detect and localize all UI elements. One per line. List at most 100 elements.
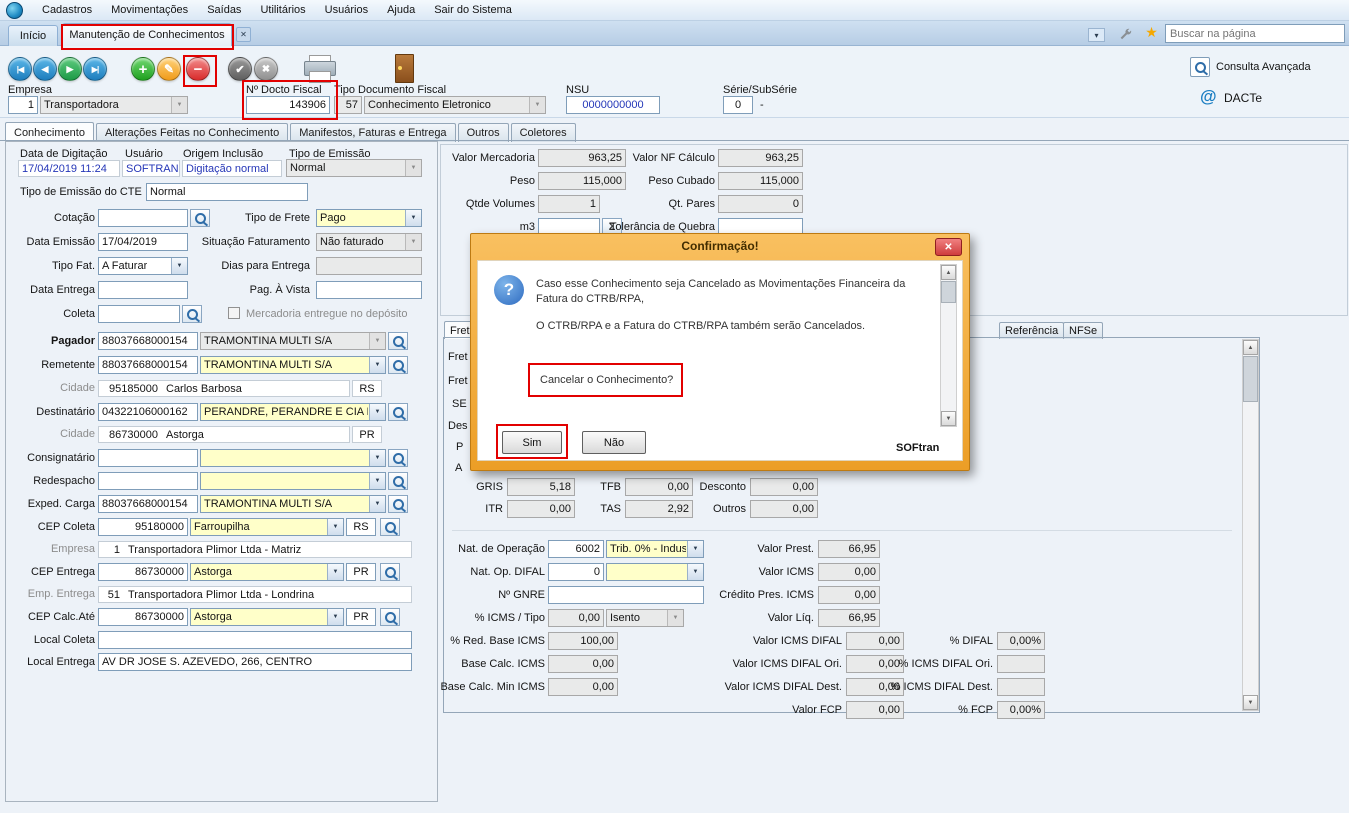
lookup-destinatario-button[interactable]	[388, 403, 408, 421]
redespacho-doc-field[interactable]	[98, 472, 198, 490]
remetente-combo[interactable]: TRAMONTINA MULTI S/A ▼	[200, 356, 386, 374]
favorites-star-icon[interactable]: ★	[1143, 24, 1160, 41]
exped-carga-doc-field[interactable]: 88037668000154	[98, 495, 198, 513]
cep-calc-field[interactable]: 86730000	[98, 608, 188, 626]
chevron-down-icon: ▼	[171, 97, 187, 113]
nav-prev-button[interactable]: ◀	[33, 57, 57, 81]
search-input[interactable]	[1165, 24, 1345, 43]
tipo-doc-combo[interactable]: Conhecimento Eletronico ▼	[364, 96, 546, 114]
lookup-cep-coleta-button[interactable]	[380, 518, 400, 536]
empresa-combo[interactable]: Transportadora ▼	[40, 96, 188, 114]
menu-item-cadastros[interactable]: Cadastros	[42, 4, 92, 16]
sit-faturamento-combo[interactable]: Não faturado ▼	[316, 233, 422, 251]
red-base-label: % Red. Base ICMS	[430, 635, 545, 647]
dacte-button[interactable]: DACTe	[1224, 92, 1262, 104]
nat-difal-field[interactable]: 0	[548, 563, 604, 581]
data-entrega-field[interactable]	[98, 281, 188, 299]
tab-inicio[interactable]: Início	[8, 25, 58, 46]
nav-last-button[interactable]: ▶|	[83, 57, 107, 81]
lookup-cep-calc-button[interactable]	[380, 608, 400, 626]
lookup-remetente-button[interactable]	[388, 356, 408, 374]
serie-field[interactable]: 0	[723, 96, 753, 114]
icms-tipo-combo[interactable]: Isento ▼	[606, 609, 684, 627]
exped-carga-combo[interactable]: TRAMONTINA MULTI S/A ▼	[200, 495, 386, 513]
delete-record-button[interactable]: −	[186, 57, 210, 81]
origem-label: Origem Inclusão	[183, 148, 263, 160]
gnre-field[interactable]	[548, 586, 704, 604]
consignatario-doc-field[interactable]	[98, 449, 198, 467]
scroll-up-icon[interactable]: ▲	[941, 265, 956, 280]
pagador-combo[interactable]: TRAMONTINA MULTI S/A ▼	[200, 332, 386, 350]
emp-entrega-field: 51 Transportadora Plimor Ltda - Londrina	[98, 586, 412, 603]
cep-coleta-cidade-combo[interactable]: Farroupilha ▼	[190, 518, 344, 536]
yes-button[interactable]: Sim	[502, 431, 562, 454]
menu-item-saidas[interactable]: Saídas	[207, 4, 241, 16]
lookup-redespacho-button[interactable]	[388, 472, 408, 490]
tipo-fat-combo[interactable]: A Faturar ▼	[98, 257, 188, 275]
scroll-down-icon[interactable]: ▼	[941, 411, 956, 426]
lookup-exped-carga-button[interactable]	[388, 495, 408, 513]
menu-item-usuarios[interactable]: Usuários	[325, 4, 368, 16]
chevron-down-icon: ▼	[369, 333, 385, 349]
tab-manutencao-conhecimentos[interactable]: Manutenção de Conhecimentos	[62, 23, 232, 46]
base-min-field: 0,00	[548, 678, 618, 696]
local-entrega-field[interactable]: AV DR JOSE S. AZEVEDO, 266, CENTRO	[98, 653, 412, 671]
mercadoria-deposito-checkbox[interactable]	[228, 307, 240, 319]
chevron-down-icon[interactable]: ▾	[1088, 28, 1105, 42]
menu-item-utilitarios[interactable]: Utilitários	[260, 4, 305, 16]
data-emissao-field[interactable]: 17/04/2019	[98, 233, 188, 251]
cancel-button[interactable]: ✖	[254, 57, 278, 81]
scroll-up-icon[interactable]: ▲	[1243, 340, 1258, 355]
lookup-cep-entrega-button[interactable]	[380, 563, 400, 581]
docto-fiscal-field[interactable]: 143906	[246, 96, 330, 114]
print-icon[interactable]	[304, 55, 334, 81]
dialog-scrollbar-thumb[interactable]	[941, 281, 956, 303]
confirm-button[interactable]: ✔	[228, 57, 252, 81]
tab-conhecimento[interactable]: Conhecimento	[5, 122, 94, 142]
lookup-coleta-button[interactable]	[182, 305, 202, 323]
local-coleta-field[interactable]	[98, 631, 412, 649]
nat-operacao-combo[interactable]: Trib. 0% - Industr ▼	[606, 540, 704, 558]
tipo-frete-combo[interactable]: Pago ▼	[316, 209, 422, 227]
cidade-origem-nome: Carlos Barbosa	[166, 383, 242, 395]
cep-entrega-field[interactable]: 86730000	[98, 563, 188, 581]
destinatario-doc-field[interactable]: 04322106000162	[98, 403, 198, 421]
valor-mercadoria-label: Valor Mercadoria	[432, 152, 535, 164]
cotacao-field[interactable]	[98, 209, 188, 227]
redespacho-combo[interactable]: ▼	[200, 472, 386, 490]
emissao-combo[interactable]: Normal ▼	[286, 159, 422, 177]
menu-item-movimentacoes[interactable]: Movimentações	[111, 4, 188, 16]
lookup-consignatario-button[interactable]	[388, 449, 408, 467]
cep-calc-cidade-combo[interactable]: Astorga ▼	[190, 608, 344, 626]
tab-close-icon[interactable]: ✕	[236, 27, 251, 42]
no-button[interactable]: Não	[582, 431, 646, 454]
nat-operacao-code-field[interactable]: 6002	[548, 540, 604, 558]
base-calc-label: Base Calc. ICMS	[430, 658, 545, 670]
dialog-close-icon[interactable]: ✕	[935, 238, 962, 256]
exit-door-icon[interactable]	[395, 54, 415, 82]
nat-difal-combo[interactable]: ▼	[606, 563, 704, 581]
add-record-button[interactable]: +	[131, 57, 155, 81]
menu-item-sair[interactable]: Sair do Sistema	[434, 4, 512, 16]
nav-next-button[interactable]: ▶	[58, 57, 82, 81]
lookup-pagador-button[interactable]	[388, 332, 408, 350]
remetente-doc-field[interactable]: 88037668000154	[98, 356, 198, 374]
consignatario-combo[interactable]: ▼	[200, 449, 386, 467]
scroll-down-icon[interactable]: ▼	[1243, 695, 1258, 710]
scrollbar-thumb[interactable]	[1243, 356, 1258, 402]
cep-coleta-field[interactable]: 95180000	[98, 518, 188, 536]
empresa-code-field[interactable]: 1	[8, 96, 38, 114]
wrench-icon[interactable]	[1116, 25, 1133, 42]
nav-first-button[interactable]: |◀	[8, 57, 32, 81]
edit-record-button[interactable]: ✎	[157, 57, 181, 81]
consulta-avancada-button[interactable]: Consulta Avançada	[1216, 61, 1311, 73]
menu-item-ajuda[interactable]: Ajuda	[387, 4, 415, 16]
pagador-doc-field[interactable]: 88037668000154	[98, 332, 198, 350]
pag-vista-field[interactable]	[316, 281, 422, 299]
emissao-cte-field[interactable]: Normal	[146, 183, 308, 201]
destinatario-combo[interactable]: PERANDRE, PERANDRE E CIA LT ▼	[200, 403, 386, 421]
nsu-field[interactable]: 0000000000	[566, 96, 660, 114]
peso-label: Peso	[432, 175, 535, 187]
coleta-field[interactable]	[98, 305, 180, 323]
cep-entrega-cidade-combo[interactable]: Astorga ▼	[190, 563, 344, 581]
